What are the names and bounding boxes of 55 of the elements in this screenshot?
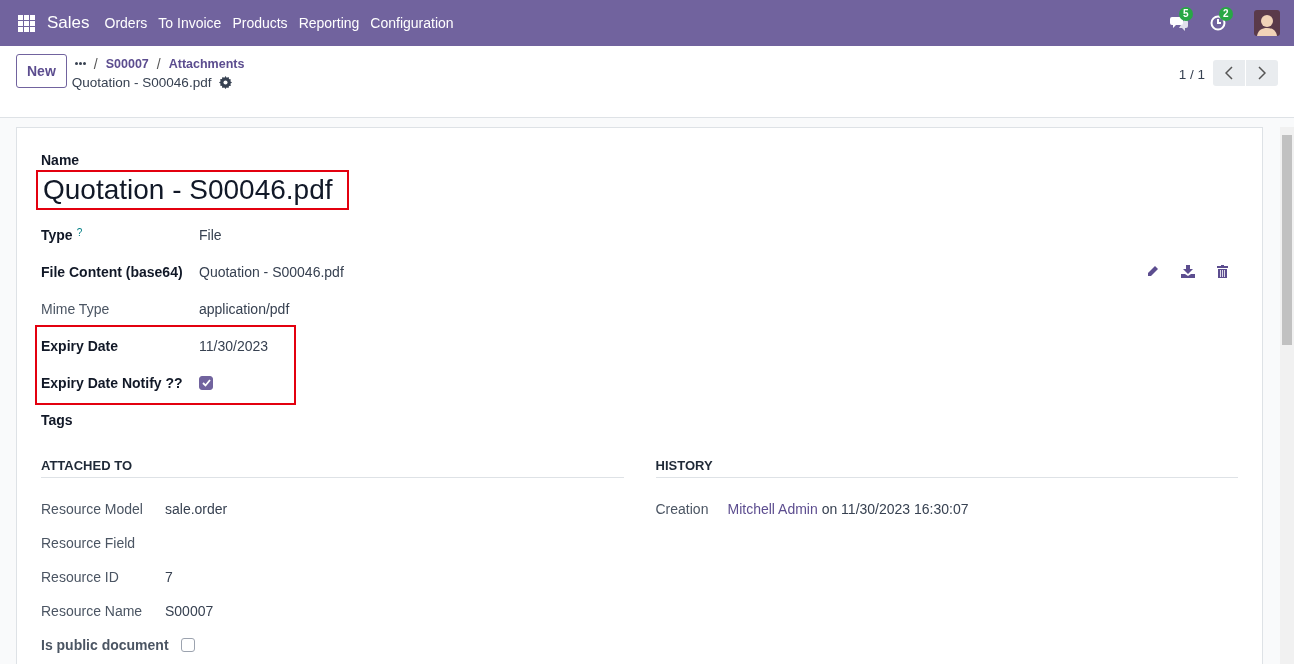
- menu-item[interactable]: Configuration: [370, 15, 454, 31]
- field-label: Resource Field: [41, 535, 137, 551]
- field-label: File Content (base64): [41, 263, 183, 280]
- checkbox[interactable]: [180, 638, 195, 652]
- breadcrumb-separator: /: [93, 55, 98, 72]
- app-name[interactable]: Sales: [47, 13, 90, 33]
- scrollbar[interactable]: [1280, 127, 1294, 664]
- field-label: Mime Type: [41, 300, 110, 317]
- user-avatar-icon[interactable]: [1254, 10, 1280, 36]
- field-label: Expiry Date: [41, 337, 119, 354]
- pencil-icon[interactable]: [1146, 265, 1159, 278]
- menu-item[interactable]: Reporting: [298, 15, 360, 31]
- gear-icon[interactable]: [219, 76, 233, 89]
- breadcrumb-link[interactable]: S00007: [105, 56, 149, 71]
- clock-icon[interactable]: [1210, 15, 1226, 31]
- field-label: Resource ID: [41, 569, 120, 585]
- field-value: application/pdf: [199, 300, 290, 317]
- menu-item[interactable]: Orders: [104, 15, 148, 31]
- menu-item[interactable]: To Invoice: [158, 15, 222, 31]
- field-label: Is public document: [41, 637, 169, 653]
- download-icon[interactable]: [1181, 265, 1195, 278]
- user-link[interactable]: Mitchell Admin: [727, 501, 818, 517]
- new-button[interactable]: New: [16, 54, 67, 88]
- record-title: Quotation - S00046.pdf: [71, 75, 212, 90]
- field-label: Resource Name: [41, 603, 144, 619]
- section-heading: ATTACHED TO: [41, 458, 624, 478]
- pager-counter: 1 / 1: [1178, 67, 1205, 82]
- message-count-badge: 5: [1179, 7, 1193, 21]
- field-value: 7: [165, 569, 173, 585]
- field-label: Expiry Date Notify ??: [41, 374, 183, 391]
- menu-item[interactable]: Products: [232, 15, 288, 31]
- apps-grid-icon[interactable]: [18, 14, 35, 32]
- chevron-right-icon: [1258, 66, 1266, 80]
- name-field[interactable]: Quotation - S00046.pdf: [36, 170, 349, 210]
- field-value: Quotation - S00046.pdf: [199, 263, 344, 280]
- creation-date: on 11/30/2023 16:30:07: [821, 501, 969, 517]
- breadcrumb-link[interactable]: Attachments: [168, 56, 245, 71]
- field-label: Creation: [655, 501, 710, 517]
- field-value: File: [199, 226, 222, 243]
- field-label: Type: [41, 226, 73, 243]
- checkbox[interactable]: [199, 375, 213, 390]
- chat-icon[interactable]: [1170, 15, 1188, 31]
- field-label: Tags: [41, 411, 73, 428]
- field-label: Name: [41, 152, 81, 168]
- field-value: S00007: [165, 603, 214, 619]
- section-heading: HISTORY: [655, 458, 1238, 478]
- chevron-left-icon: [1225, 66, 1233, 80]
- field-label: Resource Model: [41, 501, 144, 517]
- breadcrumb-separator: /: [156, 55, 161, 72]
- field-value: 11/30/2023: [199, 337, 269, 354]
- help-tooltip-icon[interactable]: ?: [76, 226, 83, 238]
- trash-icon[interactable]: [1217, 265, 1228, 278]
- activity-count-badge: 2: [1219, 7, 1233, 21]
- more-icon[interactable]: [74, 62, 86, 65]
- field-value: sale.order: [165, 501, 228, 517]
